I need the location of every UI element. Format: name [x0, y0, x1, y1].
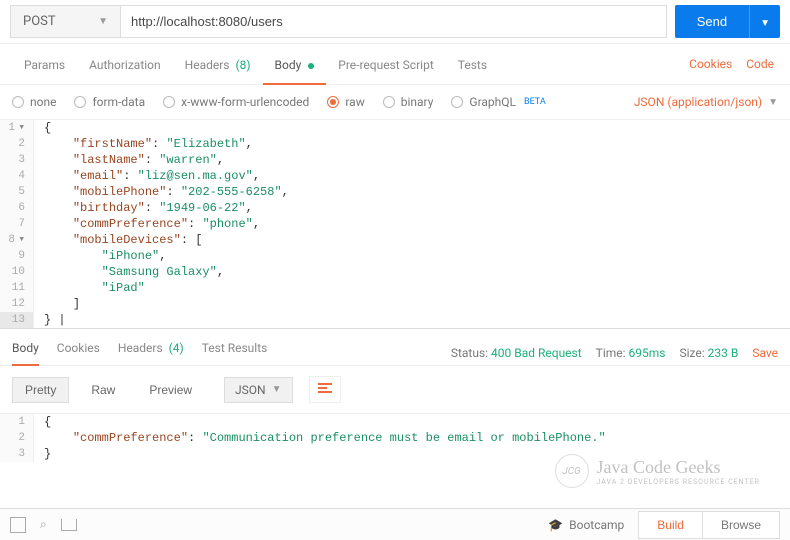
send-button[interactable]: Send: [675, 5, 749, 38]
body-type-urlencoded[interactable]: x-www-form-urlencoded: [163, 95, 309, 109]
radio-icon: [451, 96, 463, 108]
tab-prerequest[interactable]: Pre-request Script: [326, 44, 445, 84]
send-dropdown-button[interactable]: ▼: [749, 5, 780, 38]
url-input[interactable]: [120, 5, 667, 38]
radio-icon: [383, 96, 395, 108]
format-select[interactable]: JSON ▼: [224, 377, 292, 403]
wrap-icon: [318, 383, 332, 394]
chevron-down-icon: ▼: [760, 18, 770, 29]
body-type-raw[interactable]: raw: [327, 95, 364, 109]
tab-params[interactable]: Params: [12, 44, 77, 84]
tab-authorization[interactable]: Authorization: [77, 44, 173, 84]
browse-button[interactable]: Browse: [703, 512, 779, 538]
mode-toggle: Build Browse: [638, 511, 780, 539]
response-tab-testresults[interactable]: Test Results: [202, 341, 268, 365]
radio-icon: [327, 96, 339, 108]
response-body-viewer[interactable]: 1{2 "commPreference": "Communication pre…: [0, 414, 790, 462]
response-tab-headers[interactable]: Headers (4): [118, 341, 184, 365]
response-tab-cookies[interactable]: Cookies: [57, 341, 100, 365]
body-type-formdata[interactable]: form-data: [74, 95, 145, 109]
body-type-binary[interactable]: binary: [383, 95, 434, 109]
wrap-lines-button[interactable]: [309, 376, 341, 403]
tab-tests[interactable]: Tests: [446, 44, 499, 84]
radio-icon: [74, 96, 86, 108]
find-icon[interactable]: ⌕: [40, 517, 47, 532]
chevron-down-icon: ▼: [768, 97, 778, 108]
request-body-editor[interactable]: 1▾{2 "firstName": "Elizabeth",3 "lastNam…: [0, 120, 790, 329]
graduation-cap-icon: 🎓: [548, 518, 563, 532]
content-type-select[interactable]: JSON (application/json) ▼: [634, 95, 778, 109]
build-button[interactable]: Build: [639, 512, 703, 538]
time-label: Time: 695ms: [596, 346, 666, 360]
tab-body[interactable]: Body: [263, 44, 327, 84]
radio-icon: [163, 96, 175, 108]
code-link[interactable]: Code: [746, 57, 774, 71]
body-type-graphql[interactable]: GraphQLBETA: [451, 95, 545, 109]
view-raw-button[interactable]: Raw: [79, 378, 127, 402]
http-method-value: POST: [23, 14, 56, 29]
chevron-down-icon: ▼: [98, 16, 108, 27]
save-response-link[interactable]: Save: [752, 346, 778, 360]
cookies-link[interactable]: Cookies: [689, 57, 732, 71]
console-icon[interactable]: [61, 519, 77, 531]
response-tab-body[interactable]: Body: [12, 341, 39, 365]
sidebar-toggle-icon[interactable]: [10, 517, 26, 533]
bootcamp-link[interactable]: 🎓 Bootcamp: [548, 518, 624, 532]
radio-icon: [12, 96, 24, 108]
http-method-select[interactable]: POST ▼: [10, 5, 120, 38]
status-label: Status: 400 Bad Request: [451, 346, 582, 360]
view-preview-button[interactable]: Preview: [137, 378, 204, 402]
view-pretty-button[interactable]: Pretty: [12, 377, 69, 403]
size-label: Size: 233 B: [679, 346, 738, 360]
chevron-down-icon: ▼: [272, 384, 282, 395]
modified-dot-icon: [308, 63, 314, 69]
tab-headers[interactable]: Headers (8): [173, 44, 263, 84]
body-type-none[interactable]: none: [12, 95, 56, 109]
